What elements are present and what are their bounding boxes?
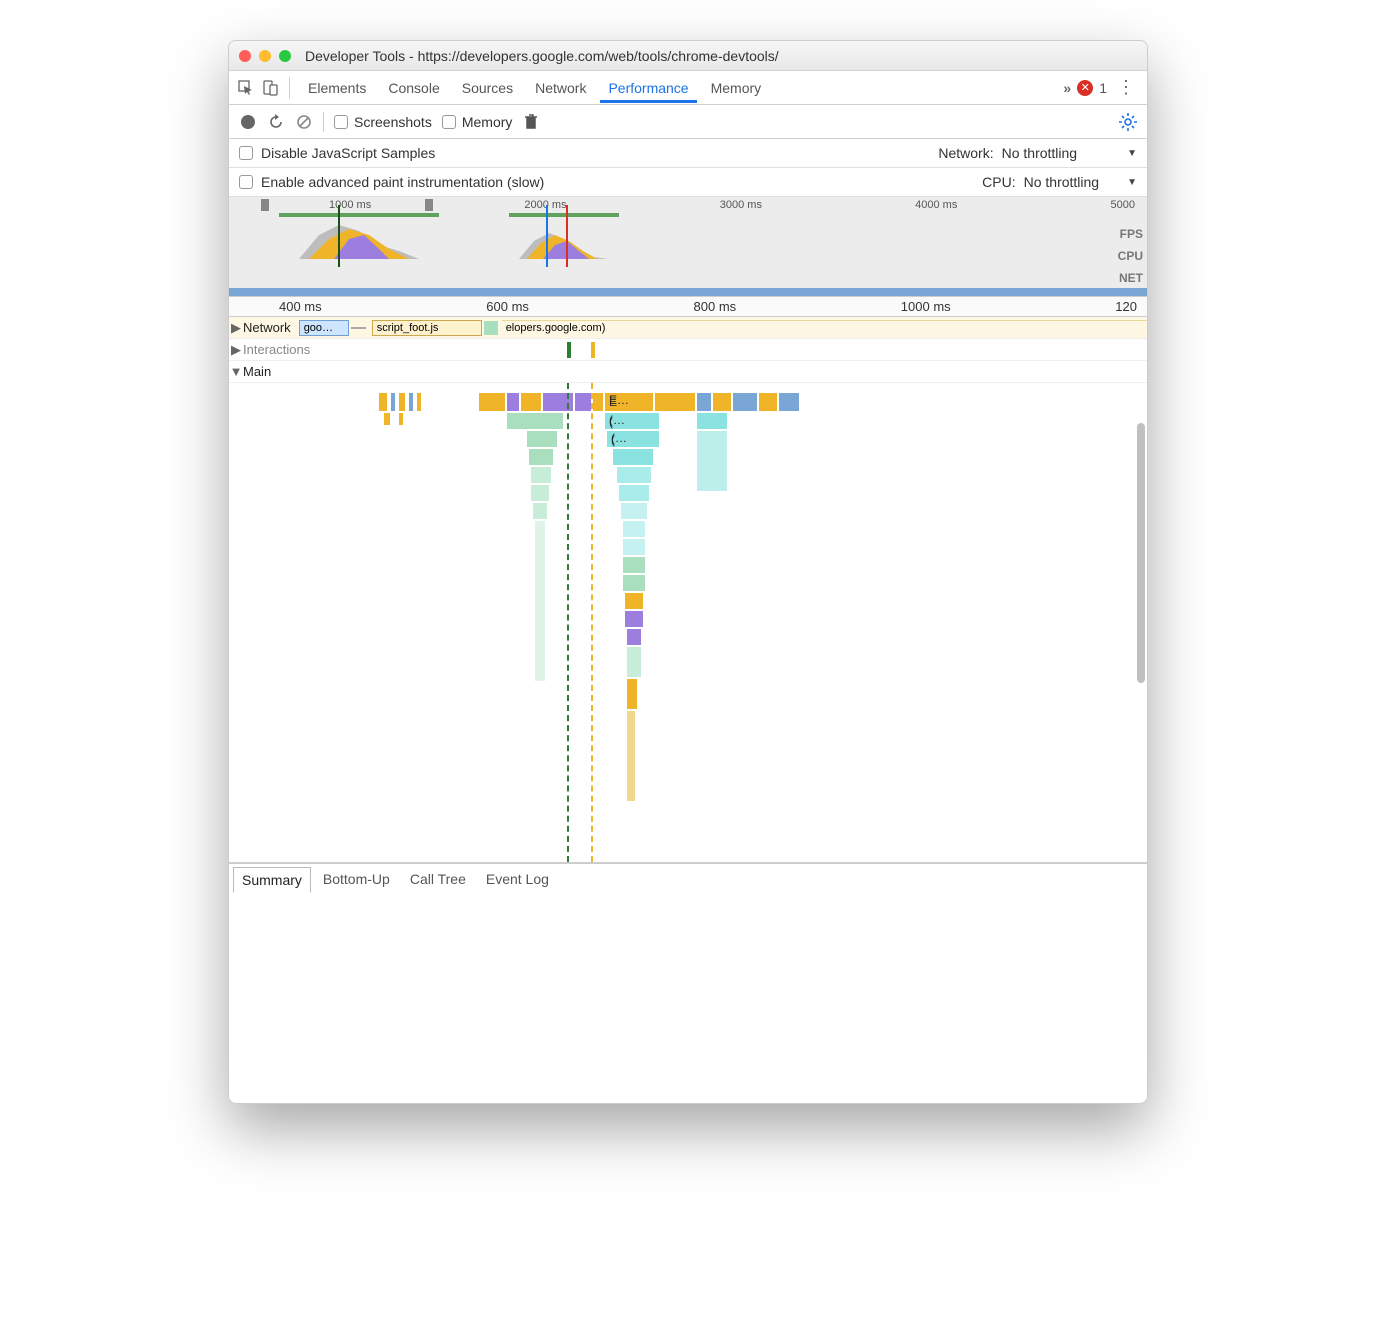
cpu-value: No throttling	[1024, 174, 1099, 190]
selection-handle-left[interactable]	[261, 199, 269, 211]
chevron-down-icon: ▼	[1127, 177, 1137, 188]
interactions-track[interactable]: ▶ Interactions	[229, 339, 1147, 361]
enable-paint-checkbox[interactable]: Enable advanced paint instrumentation (s…	[239, 174, 544, 190]
clear-icon[interactable]	[295, 113, 313, 131]
reload-icon[interactable]	[267, 113, 285, 131]
record-icon[interactable]	[239, 113, 257, 131]
tab-network[interactable]: Network	[527, 73, 594, 103]
network-label: Network:	[938, 145, 993, 161]
screenshots-label: Screenshots	[354, 114, 432, 130]
network-track[interactable]: ▶ Network goo… script_foot.js elopers.go…	[229, 317, 1147, 339]
devtools-window: Developer Tools - https://developers.goo…	[228, 40, 1148, 1104]
maximize-dot[interactable]	[279, 50, 291, 62]
settings-row-1: Disable JavaScript Samples Network: No t…	[229, 139, 1147, 168]
collapse-icon[interactable]: ▼	[229, 364, 243, 379]
flame-block-anon1[interactable]: (…	[609, 413, 625, 427]
close-dot[interactable]	[239, 50, 251, 62]
network-request-2[interactable]: script_foot.js	[372, 320, 482, 336]
enable-paint-label: Enable advanced paint instrumentation (s…	[261, 174, 544, 190]
summary-pane	[229, 893, 1147, 1103]
error-count: 1	[1099, 80, 1107, 96]
network-request-small[interactable]	[484, 321, 498, 335]
expand-icon[interactable]: ▶	[229, 342, 243, 358]
screenshots-checkbox[interactable]: Screenshots	[334, 114, 432, 130]
chevron-down-icon: ▼	[1127, 148, 1137, 159]
tab-memory[interactable]: Memory	[703, 73, 770, 103]
tab-summary[interactable]: Summary	[233, 867, 311, 893]
cpu-label: CPU:	[982, 174, 1015, 190]
overview-lane-labels: FPS CPU NET	[1118, 223, 1143, 289]
settings-row-2: Enable advanced paint instrumentation (s…	[229, 168, 1147, 197]
memory-label: Memory	[462, 114, 513, 130]
tab-elements[interactable]: Elements	[300, 73, 374, 103]
titlebar[interactable]: Developer Tools - https://developers.goo…	[229, 41, 1147, 71]
interactions-label: Interactions	[243, 342, 314, 357]
expand-icon[interactable]: ▶	[229, 320, 243, 336]
disable-js-label: Disable JavaScript Samples	[261, 145, 435, 161]
memory-checkbox[interactable]: Memory	[442, 114, 513, 130]
main-tabbar: Elements Console Sources Network Perform…	[229, 71, 1147, 105]
flame-chart-svg: E ( (	[229, 383, 1147, 863]
overview-net-lane	[229, 288, 1147, 296]
detail-ruler[interactable]: 400 ms 600 ms 800 ms 1000 ms 120	[229, 297, 1147, 317]
flame-chart[interactable]: E ( ( E… (… (…	[229, 383, 1147, 863]
trash-icon[interactable]	[522, 113, 540, 131]
inspect-icon[interactable]	[237, 79, 255, 97]
flame-block-e[interactable]: E…	[609, 393, 629, 407]
tab-event-log[interactable]: Event Log	[478, 867, 557, 891]
network-request-3[interactable]: elopers.google.com)	[502, 320, 1147, 336]
performance-toolbar: Screenshots Memory	[229, 105, 1147, 139]
network-request-1[interactable]: goo…	[299, 320, 349, 336]
traffic-lights	[239, 50, 291, 62]
main-track-label: Main	[243, 364, 275, 379]
tab-sources[interactable]: Sources	[454, 73, 521, 103]
flame-block-anon2[interactable]: (…	[611, 431, 627, 445]
vertical-scrollbar[interactable]	[1137, 423, 1145, 683]
more-tabs-icon[interactable]: »	[1063, 80, 1071, 96]
window-title: Developer Tools - https://developers.goo…	[305, 48, 779, 64]
tab-bottom-up[interactable]: Bottom-Up	[315, 867, 398, 891]
minimize-dot[interactable]	[259, 50, 271, 62]
kebab-menu-icon[interactable]: ⋮	[1113, 77, 1139, 98]
network-value: No throttling	[1002, 145, 1077, 161]
gear-icon[interactable]	[1119, 113, 1137, 131]
error-badge-icon[interactable]: ✕	[1077, 80, 1093, 96]
overview-timeline[interactable]: 1000 ms 2000 ms 3000 ms 4000 ms 5000	[229, 197, 1147, 297]
marker-line-orange	[591, 383, 593, 862]
device-icon[interactable]	[261, 79, 279, 97]
bottom-tabbar: Summary Bottom-Up Call Tree Event Log	[229, 863, 1147, 893]
network-dropdown[interactable]: No throttling ▼	[1002, 145, 1137, 161]
tab-call-tree[interactable]: Call Tree	[402, 867, 474, 891]
main-track[interactable]: ▼ Main	[229, 361, 1147, 383]
marker-line-green	[567, 383, 569, 862]
disable-js-checkbox[interactable]: Disable JavaScript Samples	[239, 145, 435, 161]
cpu-dropdown[interactable]: No throttling ▼	[1024, 174, 1137, 190]
tab-console[interactable]: Console	[380, 73, 447, 103]
network-track-label: Network	[243, 320, 295, 335]
tab-performance[interactable]: Performance	[600, 73, 696, 103]
